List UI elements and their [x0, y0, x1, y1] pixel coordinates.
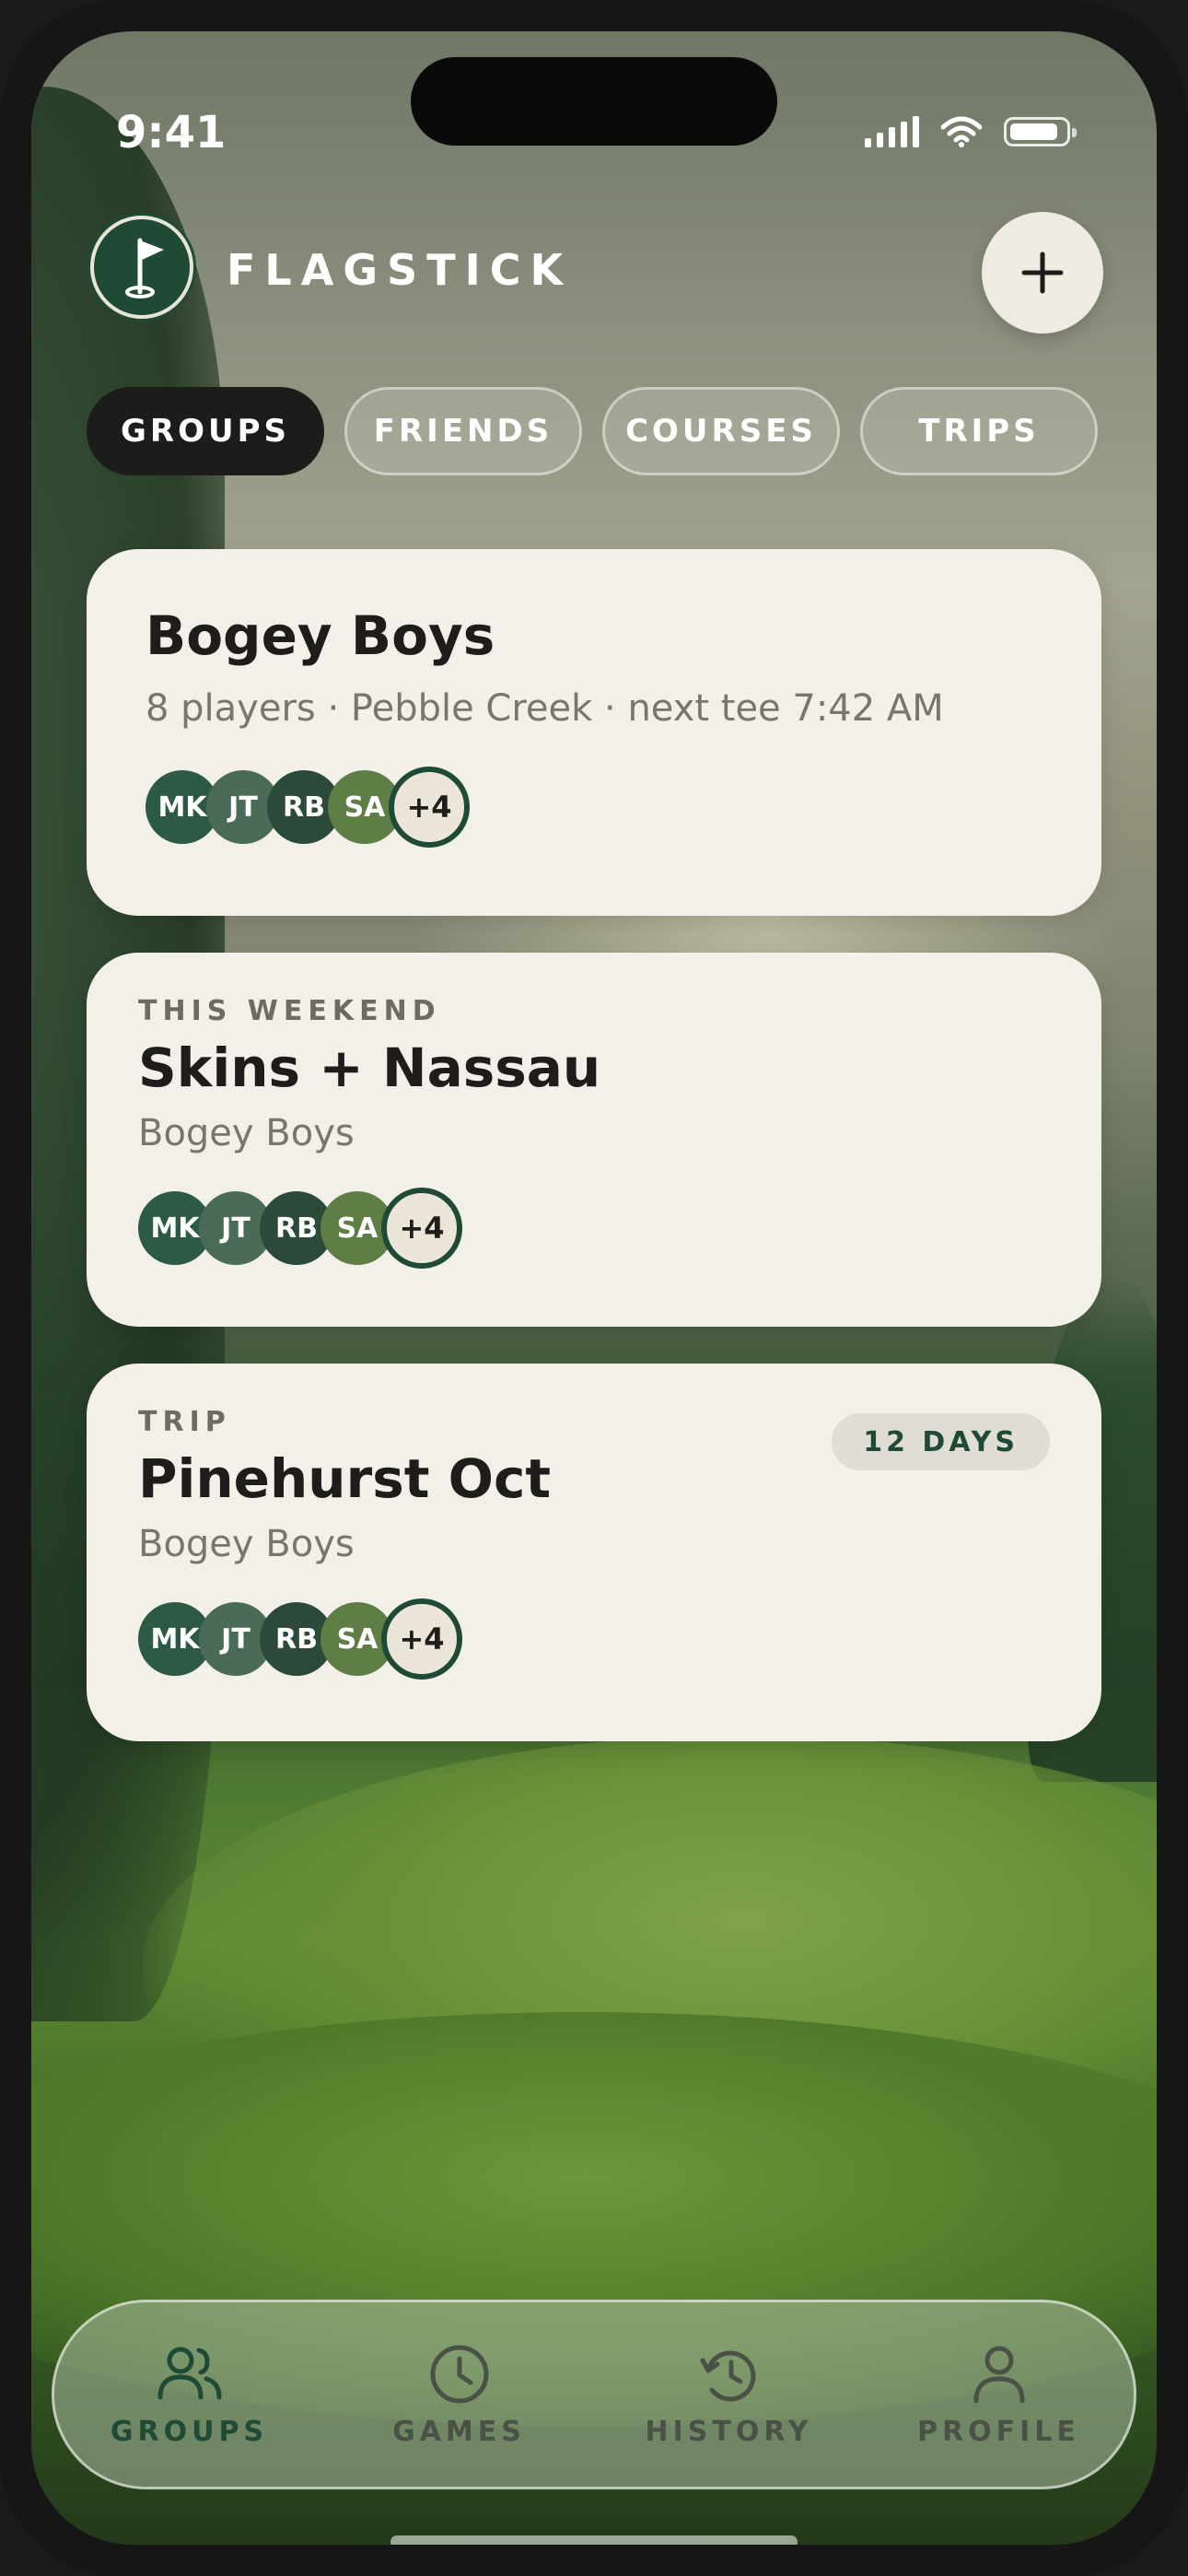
add-button[interactable]: [982, 212, 1103, 334]
game-when-label: THIS WEEKEND: [138, 995, 441, 1027]
bottom-tab-bar: GROUPS GAMES HISTORY PROFILE: [52, 2300, 1136, 2489]
trip-card-pinehurst[interactable]: TRIP Pinehurst Oct Bogey Boys MK JT RB S…: [87, 1364, 1101, 1741]
group-details: 8 players · Pebble Creek · next tee 7:42…: [146, 687, 944, 730]
tab-groups[interactable]: GROUPS: [87, 387, 324, 475]
nav-label-profile: PROFILE: [917, 2415, 1080, 2448]
group-card-bogey-boys[interactable]: Bogey Boys 8 players · Pebble Creek · ne…: [87, 549, 1101, 916]
clock-icon: [430, 2345, 488, 2403]
countdown-badge: 12 DAYS: [832, 1413, 1050, 1470]
tab-trips[interactable]: TRIPS: [860, 387, 1098, 475]
member-avatars: MK JT RB SA +4: [138, 1598, 1046, 1680]
nav-label-history: HISTORY: [645, 2415, 813, 2448]
people-icon: [157, 2347, 221, 2399]
nav-history[interactable]: HISTORY: [610, 2342, 849, 2448]
group-name: Bogey Boys: [146, 604, 495, 667]
avatar-overflow-count: +4: [389, 767, 470, 848]
app-brand-name: FLAGSTICK: [227, 245, 573, 295]
dynamic-island: [411, 57, 777, 146]
home-indicator[interactable]: [390, 2535, 798, 2545]
avatar-overflow-count: +4: [381, 1188, 462, 1269]
battery-icon: [1004, 117, 1077, 146]
game-group-name: Bogey Boys: [138, 1112, 355, 1154]
trip-group-name: Bogey Boys: [138, 1523, 355, 1565]
screen: 9:41 FLAGSTICK GROUPS FRIENDS COURSES TR…: [31, 31, 1157, 2545]
person-icon: [973, 2346, 1024, 2403]
signal-icon: [865, 116, 919, 147]
history-icon: [700, 2350, 755, 2401]
member-avatars: MK JT RB SA +4: [146, 767, 1046, 848]
segment-tabs: GROUPS FRIENDS COURSES TRIPS: [87, 387, 1098, 475]
nav-profile[interactable]: PROFILE: [879, 2342, 1119, 2448]
tab-courses[interactable]: COURSES: [602, 387, 840, 475]
status-time: 9:41: [116, 107, 227, 158]
nav-games[interactable]: GAMES: [340, 2342, 579, 2448]
nav-groups[interactable]: GROUPS: [70, 2342, 309, 2448]
phone-frame: 9:41 FLAGSTICK GROUPS FRIENDS COURSES TR…: [0, 0, 1188, 2576]
game-card-skins-nassau[interactable]: THIS WEEKEND Skins + Nassau Bogey Boys M…: [87, 953, 1101, 1327]
flag-logo-icon: [90, 216, 193, 319]
status-icons: [865, 116, 1077, 147]
member-avatars: MK JT RB SA +4: [138, 1188, 1046, 1269]
wifi-icon: [940, 116, 983, 147]
nav-label-groups: GROUPS: [110, 2415, 269, 2448]
tab-friends[interactable]: FRIENDS: [344, 387, 582, 475]
nav-label-games: GAMES: [392, 2415, 526, 2448]
plus-icon: [1021, 252, 1064, 294]
avatar-overflow-count: +4: [381, 1598, 462, 1680]
game-name: Skins + Nassau: [138, 1036, 601, 1099]
